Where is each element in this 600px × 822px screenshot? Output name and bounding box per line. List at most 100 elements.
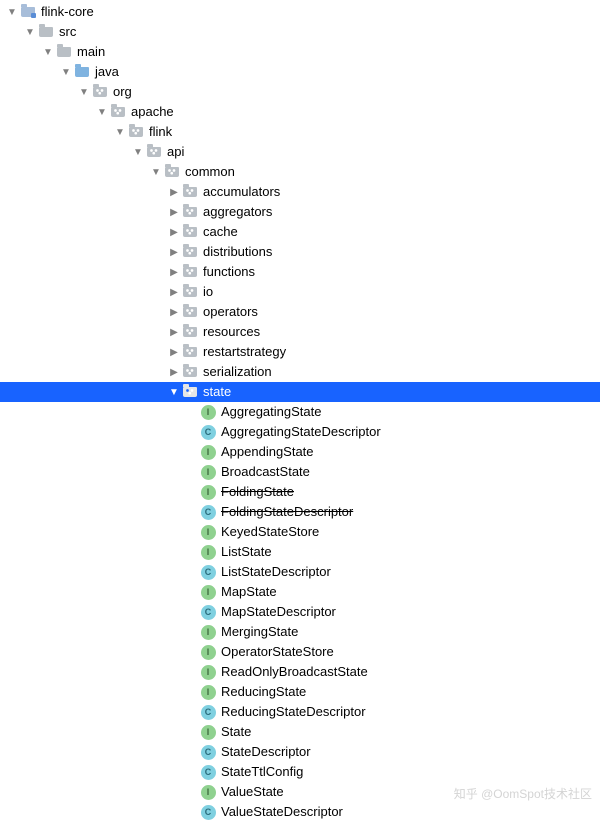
class-icon: C [200,704,216,720]
pkg-icon [146,144,162,160]
tree-node-label: resources [203,322,260,342]
tree-row[interactable]: ▶accumulators [0,182,600,202]
tree-node-label: MergingState [221,622,298,642]
project-tree[interactable]: ▼flink-core▼src▼main▼java▼org▼apache▼fli… [0,0,600,822]
chevron-down-icon[interactable]: ▼ [132,146,144,158]
tree-row[interactable]: IAppendingState [0,442,600,462]
pkg-icon [164,164,180,180]
chevron-down-icon[interactable]: ▼ [150,166,162,178]
tree-row[interactable]: ▶operators [0,302,600,322]
pkg-icon [182,184,198,200]
interface-icon: I [200,624,216,640]
class-icon: C [200,564,216,580]
tree-row[interactable]: ▶functions [0,262,600,282]
tree-row[interactable]: I MapState [0,582,600,602]
chevron-down-icon[interactable]: ▼ [6,6,18,18]
tree-row[interactable]: ▶ restartstrategy [0,342,600,362]
tree-row[interactable]: IBroadcastState [0,462,600,482]
tree-row[interactable]: ▼org [0,82,600,102]
tree-node-label: BroadcastState [221,462,310,482]
tree-row[interactable]: ▼ flink [0,122,600,142]
tree-node-label: MapStateDescriptor [221,602,336,622]
tree-row[interactable]: CMapStateDescriptor [0,602,600,622]
chevron-right-icon[interactable]: ▶ [168,346,180,358]
tree-row[interactable]: C AggregatingStateDescriptor [0,422,600,442]
tree-row[interactable]: ▶ io [0,282,600,302]
interface-icon: I [200,584,216,600]
chevron-down-icon[interactable]: ▼ [42,46,54,58]
module-icon [20,4,36,20]
chevron-right-icon[interactable]: ▶ [168,186,180,198]
tree-row[interactable]: IAggregatingState [0,402,600,422]
tree-row[interactable]: ▼main [0,42,600,62]
pkg-icon [182,364,198,380]
chevron-down-icon[interactable]: ▼ [114,126,126,138]
pkg-icon [182,304,198,320]
chevron-down-icon[interactable]: ▼ [24,26,36,38]
tree-node-label: ReducingStateDescriptor [221,702,366,722]
tree-node-label: ValueStateDescriptor [221,802,343,822]
tree-node-label: restartstrategy [203,342,286,362]
chevron-right-icon[interactable]: ▶ [168,266,180,278]
tree-row[interactable]: ▶distributions [0,242,600,262]
tree-row[interactable]: IOperatorStateStore [0,642,600,662]
tree-row[interactable]: ▶aggregators [0,202,600,222]
src-icon [74,64,90,80]
tree-node-label: AggregatingState [221,402,321,422]
tree-row[interactable]: ▶serialization [0,362,600,382]
tree-node-label: ListState [221,542,272,562]
tree-node-label: src [59,22,76,42]
chevron-right-icon[interactable]: ▶ [168,246,180,258]
interface-icon: I [200,684,216,700]
tree-row[interactable]: I MergingState [0,622,600,642]
chevron-down-icon[interactable]: ▼ [168,386,180,398]
tree-node-label: StateTtlConfig [221,762,303,782]
tree-node-label: FoldingStateDescriptor [221,502,353,522]
watermark: 知乎 @OomSpot技术社区 [454,785,592,802]
tree-row[interactable]: IListState [0,542,600,562]
chevron-down-icon[interactable]: ▼ [78,86,90,98]
chevron-down-icon[interactable]: ▼ [60,66,72,78]
tree-node-label: FoldingState [221,482,294,502]
tree-row[interactable]: ▼flink-core [0,2,600,22]
tree-row[interactable]: ▼api [0,142,600,162]
pkg-icon [128,124,144,140]
interface-icon: I [200,724,216,740]
tree-node-label: OperatorStateStore [221,642,334,662]
tree-row[interactable]: CListStateDescriptor [0,562,600,582]
chevron-right-icon[interactable]: ▶ [168,206,180,218]
tree-row[interactable]: IKeyedStateStore [0,522,600,542]
chevron-right-icon[interactable]: ▶ [168,326,180,338]
tree-row[interactable]: CStateTtlConfig [0,762,600,782]
tree-row[interactable]: ▼apache [0,102,600,122]
chevron-right-icon[interactable]: ▶ [168,366,180,378]
class-icon: C [200,424,216,440]
tree-node-label: AggregatingStateDescriptor [221,422,381,442]
tree-row[interactable]: IReadOnlyBroadcastState [0,662,600,682]
chevron-right-icon[interactable]: ▶ [168,286,180,298]
interface-icon: I [200,524,216,540]
tree-row[interactable]: C ValueStateDescriptor [0,802,600,822]
tree-row[interactable]: ▼java [0,62,600,82]
tree-row[interactable]: ▶ resources [0,322,600,342]
tree-row[interactable]: CStateDescriptor [0,742,600,762]
pkg-icon [92,84,108,100]
tree-row[interactable]: IReducingState [0,682,600,702]
tree-row[interactable]: ▼common [0,162,600,182]
interface-icon: I [200,444,216,460]
chevron-down-icon[interactable]: ▼ [96,106,108,118]
tree-row[interactable]: ▼state [0,382,600,402]
tree-row[interactable]: CFoldingStateDescriptor [0,502,600,522]
tree-node-label: flink [149,122,172,142]
tree-row[interactable]: IState [0,722,600,742]
tree-node-label: MapState [221,582,277,602]
tree-row[interactable]: ▼ src [0,22,600,42]
pkg-icon [182,244,198,260]
chevron-right-icon[interactable]: ▶ [168,306,180,318]
tree-row[interactable]: IFoldingState [0,482,600,502]
tree-node-label: io [203,282,213,302]
chevron-right-icon[interactable]: ▶ [168,226,180,238]
tree-row[interactable]: ▶cache [0,222,600,242]
class-icon: C [200,804,216,820]
tree-row[interactable]: C ReducingStateDescriptor [0,702,600,722]
